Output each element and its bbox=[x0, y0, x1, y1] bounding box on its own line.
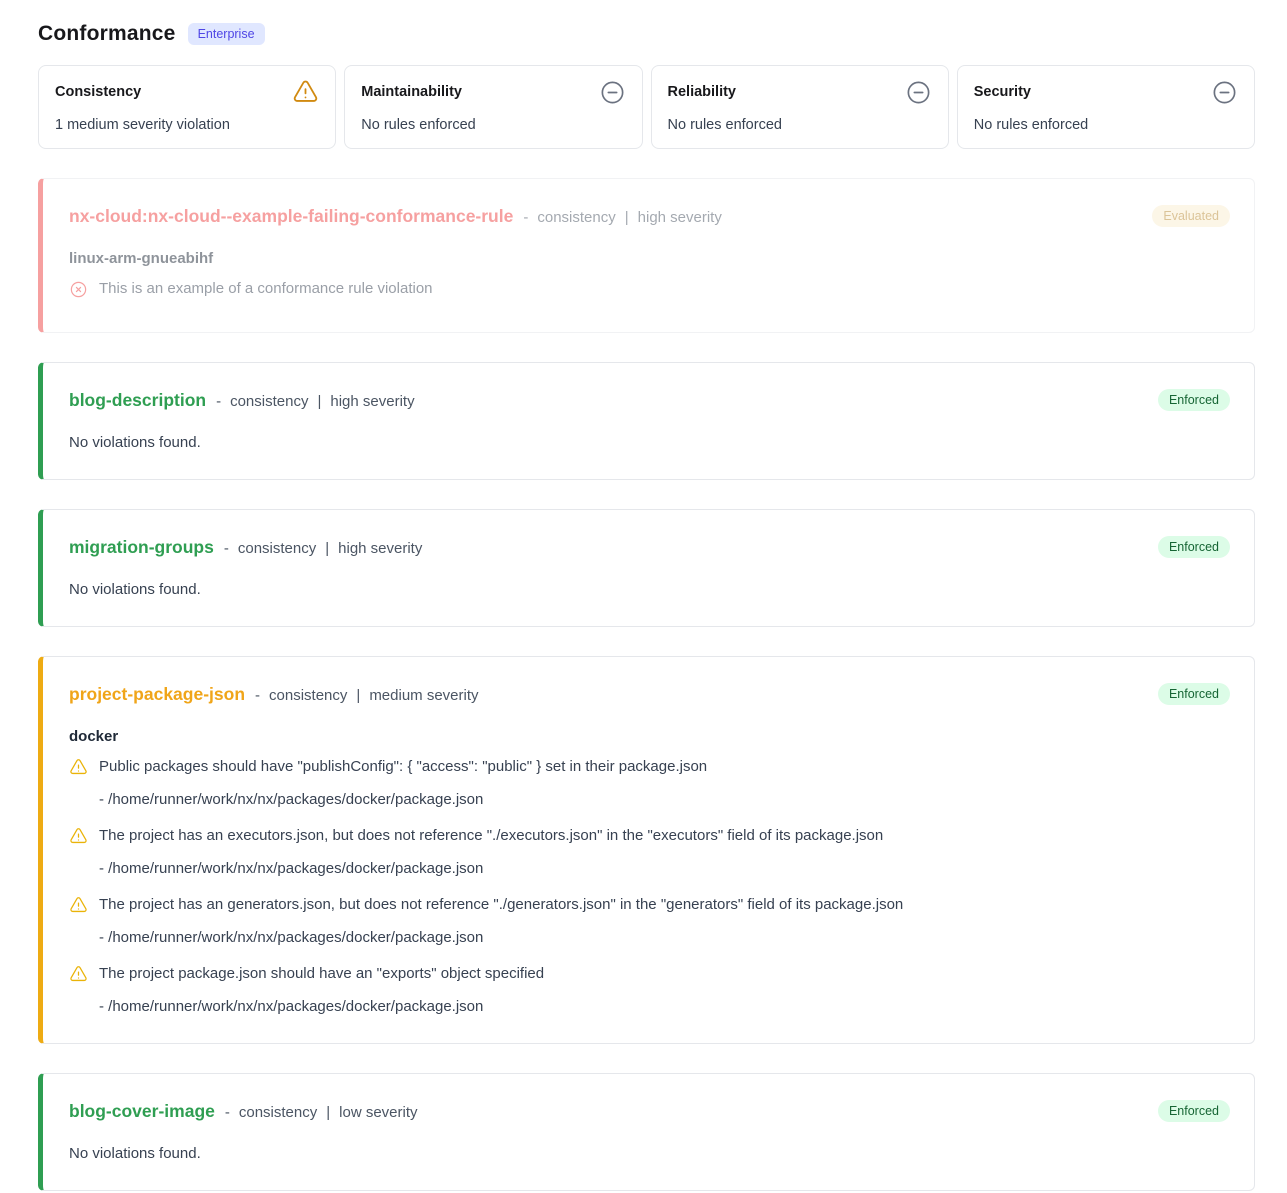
meta-divider: | bbox=[326, 1104, 330, 1121]
rule-meta: - consistency | low severity bbox=[225, 1102, 418, 1121]
summary-card-security: Security No rules enforced bbox=[957, 65, 1255, 149]
rule-card-migration-groups: migration-groups - consistency | high se… bbox=[38, 509, 1255, 627]
violation-file-path: - /home/runner/work/nx/nx/packages/docke… bbox=[99, 998, 1230, 1015]
summary-card-maintainability: Maintainability No rules enforced bbox=[344, 65, 642, 149]
rule-card-example-failing-conformance-rule: nx-cloud:nx-cloud--example-failing-confo… bbox=[38, 178, 1255, 333]
meta-separator: - bbox=[523, 209, 528, 226]
page-title: Conformance bbox=[38, 22, 176, 46]
warning-triangle-icon bbox=[69, 896, 88, 920]
conformance-page: Conformance Enterprise Consistency 1 med… bbox=[0, 0, 1287, 1191]
meta-separator: - bbox=[225, 1104, 230, 1121]
status-badge-enforced: Enforced bbox=[1158, 683, 1230, 705]
rule-card-blog-cover-image: blog-cover-image - consistency | low sev… bbox=[38, 1073, 1255, 1191]
circle-minus-icon bbox=[905, 79, 932, 106]
violation-message: This is an example of a conformance rule… bbox=[99, 280, 433, 297]
rule-severity: high severity bbox=[330, 393, 414, 410]
rule-meta: - consistency | high severity bbox=[224, 538, 423, 557]
rule-meta: - consistency | medium severity bbox=[255, 685, 478, 704]
summary-card-status: No rules enforced bbox=[361, 117, 625, 133]
summary-card-status: No rules enforced bbox=[974, 117, 1238, 133]
circle-minus-icon bbox=[599, 79, 626, 106]
rule-meta: - consistency | high severity bbox=[216, 391, 415, 410]
violation-message: The project has an executors.json, but d… bbox=[99, 827, 883, 844]
meta-divider: | bbox=[356, 687, 360, 704]
category-summary-row: Consistency 1 medium severity violation … bbox=[38, 65, 1255, 149]
meta-separator: - bbox=[224, 540, 229, 557]
page-header: Conformance Enterprise bbox=[38, 22, 1255, 46]
summary-card-consistency: Consistency 1 medium severity violation bbox=[38, 65, 336, 149]
meta-divider: | bbox=[317, 393, 321, 410]
circle-x-icon bbox=[69, 280, 88, 304]
status-badge-enforced: Enforced bbox=[1158, 1100, 1230, 1122]
circle-minus-icon bbox=[1211, 79, 1238, 106]
rule-name-link[interactable]: nx-cloud:nx-cloud--example-failing-confo… bbox=[69, 206, 513, 227]
violation-file-path: - /home/runner/work/nx/nx/packages/docke… bbox=[99, 791, 1230, 808]
rule-card-project-package-json: project-package-json - consistency | med… bbox=[38, 656, 1255, 1044]
summary-card-title: Maintainability bbox=[361, 79, 462, 100]
rule-severity: high severity bbox=[638, 209, 722, 226]
warning-triangle-icon bbox=[292, 79, 319, 106]
rule-category: consistency bbox=[269, 687, 347, 704]
rule-result-text: No violations found. bbox=[69, 581, 1230, 598]
violation-message: Public packages should have "publishConf… bbox=[99, 758, 707, 775]
summary-card-title: Reliability bbox=[668, 79, 737, 100]
rule-name-link[interactable]: blog-description bbox=[69, 390, 206, 411]
summary-card-title: Security bbox=[974, 79, 1031, 100]
rule-result-text: No violations found. bbox=[69, 434, 1230, 451]
violation-item: The project has an generators.json, but … bbox=[69, 896, 1230, 946]
status-badge-evaluated: Evaluated bbox=[1152, 205, 1230, 227]
warning-triangle-icon bbox=[69, 965, 88, 989]
violation-message: The project has an generators.json, but … bbox=[99, 896, 903, 913]
rule-severity: low severity bbox=[339, 1104, 417, 1121]
meta-divider: | bbox=[325, 540, 329, 557]
summary-card-reliability: Reliability No rules enforced bbox=[651, 65, 949, 149]
rule-name-link[interactable]: blog-cover-image bbox=[69, 1101, 215, 1122]
rule-severity: high severity bbox=[338, 540, 422, 557]
status-badge-enforced: Enforced bbox=[1158, 389, 1230, 411]
violation-item: The project package.json should have an … bbox=[69, 965, 1230, 1015]
project-name: linux-arm-gnueabihf bbox=[69, 250, 1230, 267]
rule-name-link[interactable]: project-package-json bbox=[69, 684, 245, 705]
meta-divider: | bbox=[625, 209, 629, 226]
warning-triangle-icon bbox=[69, 758, 88, 782]
violation-file-path: - /home/runner/work/nx/nx/packages/docke… bbox=[99, 860, 1230, 877]
rules-list: nx-cloud:nx-cloud--example-failing-confo… bbox=[38, 178, 1255, 1191]
rule-category: consistency bbox=[239, 1104, 317, 1121]
violation-item: Public packages should have "publishConf… bbox=[69, 758, 1230, 808]
meta-separator: - bbox=[255, 687, 260, 704]
rule-result-text: No violations found. bbox=[69, 1145, 1230, 1162]
project-name: docker bbox=[69, 728, 1230, 745]
warning-triangle-icon bbox=[69, 827, 88, 851]
summary-card-title: Consistency bbox=[55, 79, 141, 100]
rule-category: consistency bbox=[537, 209, 615, 226]
rule-card-blog-description: blog-description - consistency | high se… bbox=[38, 362, 1255, 480]
rule-name-link[interactable]: migration-groups bbox=[69, 537, 214, 558]
rule-category: consistency bbox=[230, 393, 308, 410]
summary-card-status: 1 medium severity violation bbox=[55, 117, 319, 133]
violation-file-path: - /home/runner/work/nx/nx/packages/docke… bbox=[99, 929, 1230, 946]
summary-card-status: No rules enforced bbox=[668, 117, 932, 133]
status-badge-enforced: Enforced bbox=[1158, 536, 1230, 558]
rule-severity: medium severity bbox=[369, 687, 478, 704]
enterprise-badge: Enterprise bbox=[188, 23, 265, 45]
rule-meta: - consistency | high severity bbox=[523, 207, 722, 226]
violation-message: The project package.json should have an … bbox=[99, 965, 544, 982]
rule-category: consistency bbox=[238, 540, 316, 557]
meta-separator: - bbox=[216, 393, 221, 410]
violation-item: The project has an executors.json, but d… bbox=[69, 827, 1230, 877]
violations-list: Public packages should have "publishConf… bbox=[69, 758, 1230, 1015]
